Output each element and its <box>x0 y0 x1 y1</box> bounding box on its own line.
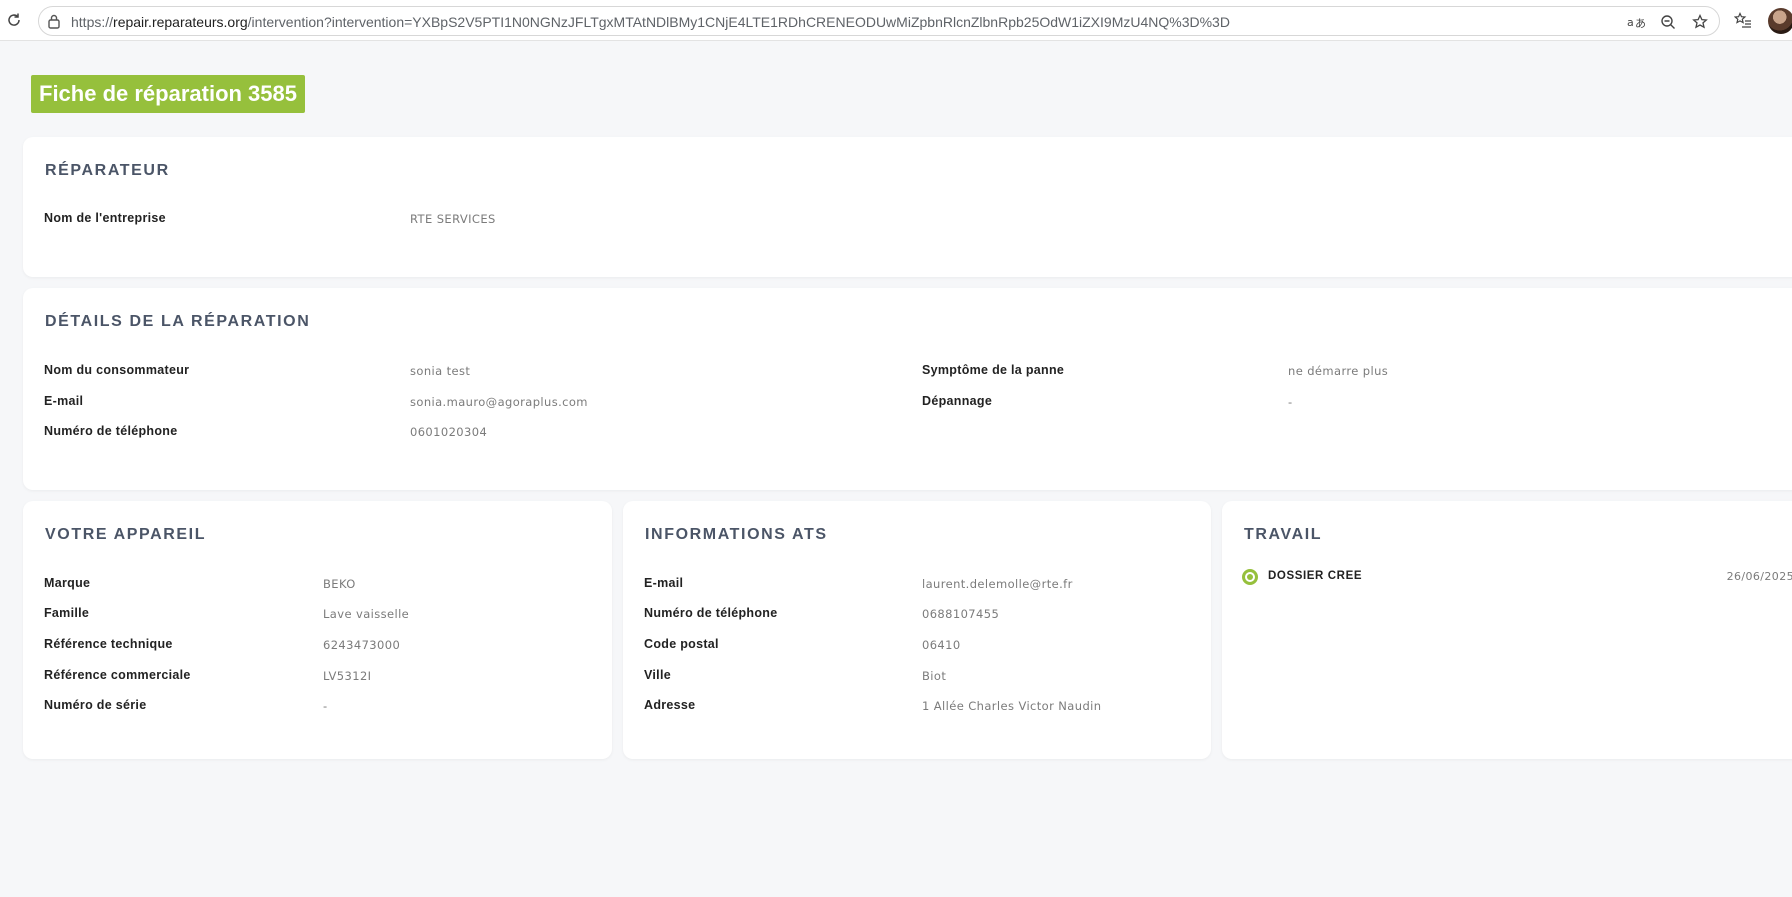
device-commercial-ref-label: Référence commerciale <box>44 668 191 682</box>
ats-phone-label: Numéro de téléphone <box>644 606 778 620</box>
symptom-value: ne démarre plus <box>1288 364 1389 378</box>
symptom-label: Symptôme de la panne <box>922 363 1065 377</box>
ats-postal-code-label: Code postal <box>644 637 719 651</box>
ats-email-value: laurent.delemolle@rte.fr <box>922 577 1073 591</box>
device-tech-ref-value: 6243473000 <box>323 638 401 652</box>
depannage-value: - <box>1288 395 1293 409</box>
device-serial-label: Numéro de série <box>44 698 147 712</box>
repair-details-card: DÉTAILS DE LA RÉPARATION Nom du consomma… <box>23 288 1792 490</box>
ats-email-label: E-mail <box>644 576 684 590</box>
company-label: Nom de l'entreprise <box>44 211 166 225</box>
status-date: 26/06/2025 <box>1726 570 1792 583</box>
svg-text:a: a <box>1627 16 1634 29</box>
url-path: /intervention?intervention=YXBpS2V5PTI1N… <box>247 14 1230 30</box>
ats-city-value: Biot <box>922 669 947 683</box>
ats-phone-value: 0688107455 <box>922 607 1000 621</box>
device-title: VOTRE APPAREIL <box>45 526 207 543</box>
phone-value: 0601020304 <box>410 425 488 439</box>
status-check-icon <box>1242 569 1258 585</box>
phone-label: Numéro de téléphone <box>44 424 178 438</box>
browser-toolbar: https://repair.reparateurs.org/intervent… <box>0 0 1792 41</box>
url-prefix: https:// <box>71 14 114 30</box>
device-brand-label: Marque <box>44 576 91 590</box>
url-text[interactable]: https://repair.reparateurs.org/intervent… <box>71 14 1230 30</box>
consumer-value: sonia test <box>410 364 471 378</box>
ats-address-value: 1 Allée Charles Victor Naudin <box>922 699 1102 713</box>
work-title: TRAVAIL <box>1244 526 1323 543</box>
ats-title: INFORMATIONS ATS <box>645 526 828 543</box>
page-title: Fiche de réparation 3585 <box>31 75 305 113</box>
address-bar[interactable]: https://repair.reparateurs.org/intervent… <box>38 6 1720 36</box>
company-value: RTE SERVICES <box>410 212 496 226</box>
ats-address-label: Adresse <box>644 698 696 712</box>
ats-city-label: Ville <box>644 668 671 682</box>
repairer-card: RÉPARATEUR Nom de l'entreprise RTE SERVI… <box>23 137 1792 277</box>
device-brand-value: BEKO <box>323 577 356 591</box>
zoom-out-icon[interactable] <box>1657 11 1679 33</box>
translate-icon[interactable]: aあ <box>1625 11 1647 33</box>
email-value: sonia.mauro@agoraplus.com <box>410 395 588 409</box>
consumer-label: Nom du consommateur <box>44 363 190 377</box>
device-commercial-ref-value: LV5312I <box>323 669 372 683</box>
svg-text:あ: あ <box>1635 17 1645 30</box>
lock-icon[interactable] <box>47 13 63 29</box>
favorite-star-icon[interactable] <box>1689 11 1711 33</box>
device-family-value: Lave vaisselle <box>323 607 410 621</box>
device-tech-ref-label: Référence technique <box>44 637 173 651</box>
device-family-label: Famille <box>44 606 90 620</box>
reload-icon[interactable] <box>4 10 24 30</box>
email-label: E-mail <box>44 394 84 408</box>
address-bar-actions: aあ <box>1625 11 1711 33</box>
repairer-title: RÉPARATEUR <box>45 162 170 179</box>
favorites-list-icon[interactable] <box>1733 10 1753 30</box>
device-serial-value: - <box>323 699 328 713</box>
ats-postal-code-value: 06410 <box>922 638 961 652</box>
work-card: TRAVAIL DOSSIER CREE 26/06/2025 <box>1222 501 1792 759</box>
ats-card: INFORMATIONS ATS E-mail laurent.delemoll… <box>623 501 1211 759</box>
status-label: DOSSIER CREE <box>1268 570 1363 582</box>
profile-avatar[interactable] <box>1768 8 1792 34</box>
depannage-label: Dépannage <box>922 394 993 408</box>
details-title: DÉTAILS DE LA RÉPARATION <box>45 313 311 330</box>
device-card: VOTRE APPAREIL Marque BEKO Famille Lave … <box>23 501 612 759</box>
url-host: repair.reparateurs.org <box>113 14 248 30</box>
